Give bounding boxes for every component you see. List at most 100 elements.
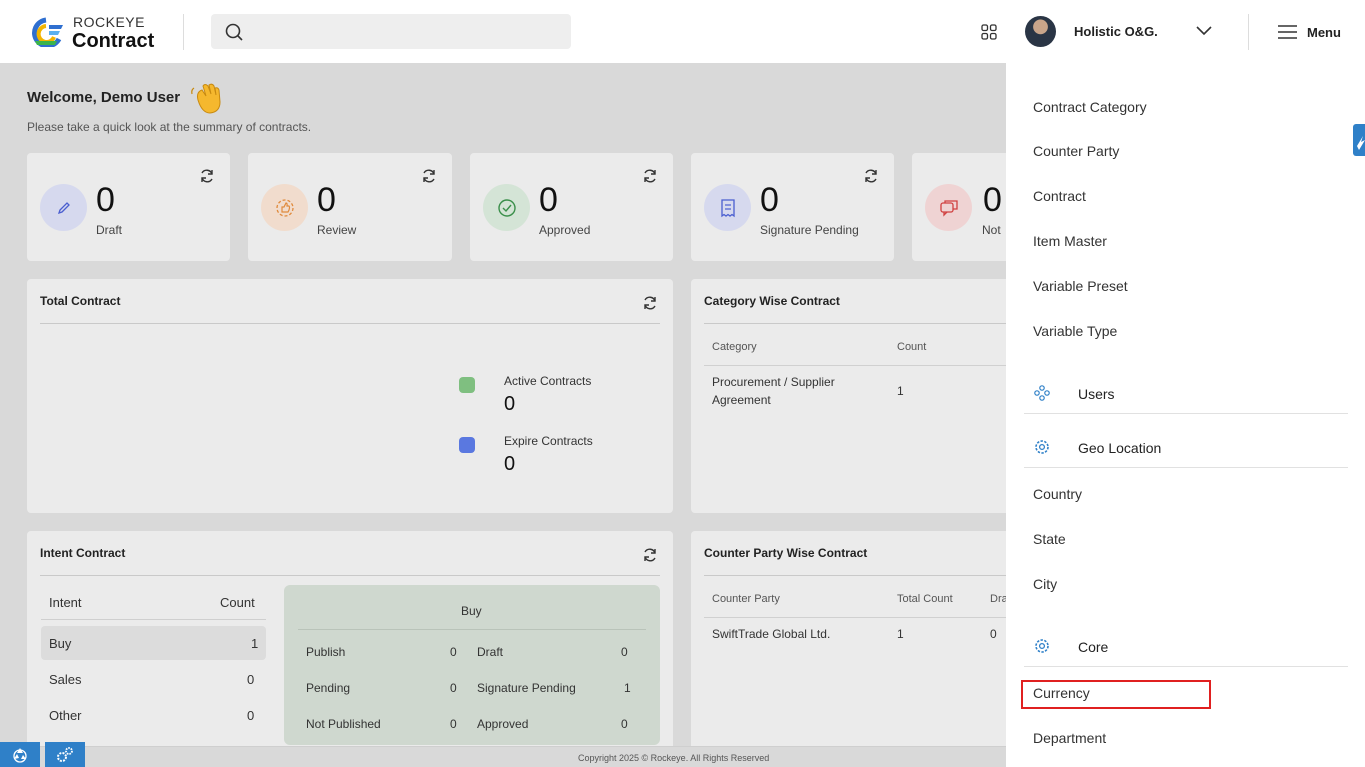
panel-divider <box>704 323 1006 324</box>
table-cell-count: 0 <box>247 672 255 687</box>
stat-value: 0 <box>96 181 115 219</box>
not-published-icon-circle <box>925 184 972 231</box>
table-row-selected[interactable] <box>41 626 266 660</box>
table-cell-category-line2: Agreement <box>712 393 771 407</box>
menu-item-country[interactable]: Country <box>1033 486 1082 502</box>
buy-item-label: Pending <box>306 681 351 695</box>
panel-divider <box>704 575 1006 576</box>
review-icon-circle <box>261 184 308 231</box>
stat-card-review[interactable]: 0 Review <box>248 153 452 261</box>
menu-item-counter-party[interactable]: Counter Party <box>1033 143 1119 159</box>
table-cell-intent[interactable]: Sales <box>49 672 82 687</box>
users-icon <box>1034 385 1050 401</box>
panel-title: Category Wise Contract <box>704 294 840 308</box>
chat-icon <box>939 199 958 217</box>
brand-logo[interactable]: ROCKEYE Contract <box>27 14 167 52</box>
table-cell-count: 0 <box>247 708 255 723</box>
stat-card-not-published[interactable]: 0 Not <box>912 153 1006 261</box>
column-header-count: Count <box>220 595 255 610</box>
menu-item-department[interactable]: Department <box>1033 730 1106 746</box>
header-divider <box>183 14 184 50</box>
buy-item-value: 0 <box>621 717 628 731</box>
table-cell-count: 1 <box>251 636 259 651</box>
active-contracts-value: 0 <box>504 393 516 415</box>
approved-icon-circle <box>483 184 530 231</box>
apps-grid-icon[interactable] <box>981 24 997 40</box>
recycle-icon <box>13 747 27 763</box>
menu-button[interactable]: Menu <box>1278 22 1341 42</box>
active-contracts-label: Active Contracts <box>504 374 592 388</box>
header-divider-right <box>1248 14 1249 50</box>
welcome-title: Welcome, Demo User <box>27 89 181 106</box>
buy-breakdown-title: Buy <box>461 604 482 618</box>
hamburger-icon <box>1278 25 1297 39</box>
menu-item-contract-category[interactable]: Contract Category <box>1033 99 1147 115</box>
pencil-icon <box>57 201 70 214</box>
stat-label: Not <box>982 223 1001 237</box>
menu-section-geo-location[interactable]: Geo Location <box>1024 428 1348 468</box>
menu-item-variable-type[interactable]: Variable Type <box>1033 323 1117 339</box>
expire-legend-swatch <box>459 437 475 453</box>
stat-label: Draft <box>96 223 123 237</box>
refresh-icon[interactable] <box>642 168 658 184</box>
panel-divider <box>40 575 660 576</box>
recycle-button[interactable] <box>0 742 40 767</box>
stat-card-signature-pending[interactable]: 0 Signature Pending <box>691 153 894 261</box>
menu-section-users[interactable]: Users <box>1024 374 1348 414</box>
gear-icon <box>1035 440 1049 454</box>
welcome-subtitle: Please take a quick look at the summary … <box>27 120 312 134</box>
menu-item-state[interactable]: State <box>1033 531 1066 547</box>
menu-item-item-master[interactable]: Item Master <box>1033 233 1107 249</box>
stat-value: 0 <box>760 181 779 219</box>
total-contract-panel: Total Contract Active Contracts 0 Expire… <box>27 279 673 513</box>
edge-tab-icon <box>1357 136 1365 150</box>
buy-item-label: Approved <box>477 717 529 731</box>
table-cell-draft-count: 0 <box>990 627 997 641</box>
menu-item-city[interactable]: City <box>1033 576 1057 592</box>
menu-section-label: Geo Location <box>1078 440 1162 456</box>
table-cell-count: 1 <box>897 384 904 398</box>
buy-item-label: Signature Pending <box>477 681 576 695</box>
currency-highlight-box <box>1021 680 1211 709</box>
refresh-icon[interactable] <box>199 168 215 184</box>
table-cell-category-line1: Procurement / Supplier <box>712 375 835 389</box>
organization-name[interactable]: Holistic O&G. <box>1074 24 1158 39</box>
buy-item-value: 0 <box>621 645 628 659</box>
menu-item-contract[interactable]: Contract <box>1033 188 1086 204</box>
stat-label: Approved <box>539 223 591 237</box>
refresh-icon[interactable] <box>863 168 879 184</box>
side-menu-panel: Contract Category Counter Party Contract… <box>1006 63 1365 767</box>
avatar[interactable] <box>1025 16 1056 47</box>
buy-breakdown-divider <box>298 629 646 630</box>
table-cell-intent[interactable]: Buy <box>49 636 71 651</box>
menu-item-variable-preset[interactable]: Variable Preset <box>1033 278 1128 294</box>
thumbs-up-icon <box>275 198 294 217</box>
buy-item-value: 0 <box>450 645 457 659</box>
menu-section-label: Users <box>1078 386 1115 402</box>
settings-button[interactable] <box>45 742 85 767</box>
buy-item-label: Draft <box>477 645 504 659</box>
stat-card-draft[interactable]: 0 Draft <box>27 153 230 261</box>
refresh-icon[interactable] <box>642 547 658 563</box>
column-header-category: Category <box>712 341 757 353</box>
buy-item-value: 0 <box>450 681 457 695</box>
logo-text-top: ROCKEYE <box>73 14 145 30</box>
refresh-icon[interactable] <box>642 295 658 311</box>
chevron-down-icon[interactable] <box>1196 26 1212 36</box>
panel-divider <box>40 323 660 324</box>
stat-card-approved[interactable]: 0 Approved <box>470 153 673 261</box>
buy-breakdown-box: Buy Publish 0 Draft 0 Pending 0 Signatur… <box>284 585 660 745</box>
search-input[interactable] <box>211 14 571 49</box>
buy-item-value: 0 <box>450 717 457 731</box>
waving-hand-icon <box>191 83 221 114</box>
panel-title: Intent Contract <box>40 546 126 560</box>
rockeye-logo-icon <box>32 17 63 47</box>
buy-item-label: Publish <box>306 645 346 659</box>
refresh-icon[interactable] <box>421 168 437 184</box>
table-header-divider <box>704 617 1006 618</box>
side-edge-tab[interactable] <box>1353 124 1365 156</box>
table-cell-intent[interactable]: Other <box>49 708 82 723</box>
expire-contracts-value: 0 <box>504 453 516 475</box>
menu-section-core[interactable]: Core <box>1024 627 1348 667</box>
panel-title: Total Contract <box>40 294 121 308</box>
